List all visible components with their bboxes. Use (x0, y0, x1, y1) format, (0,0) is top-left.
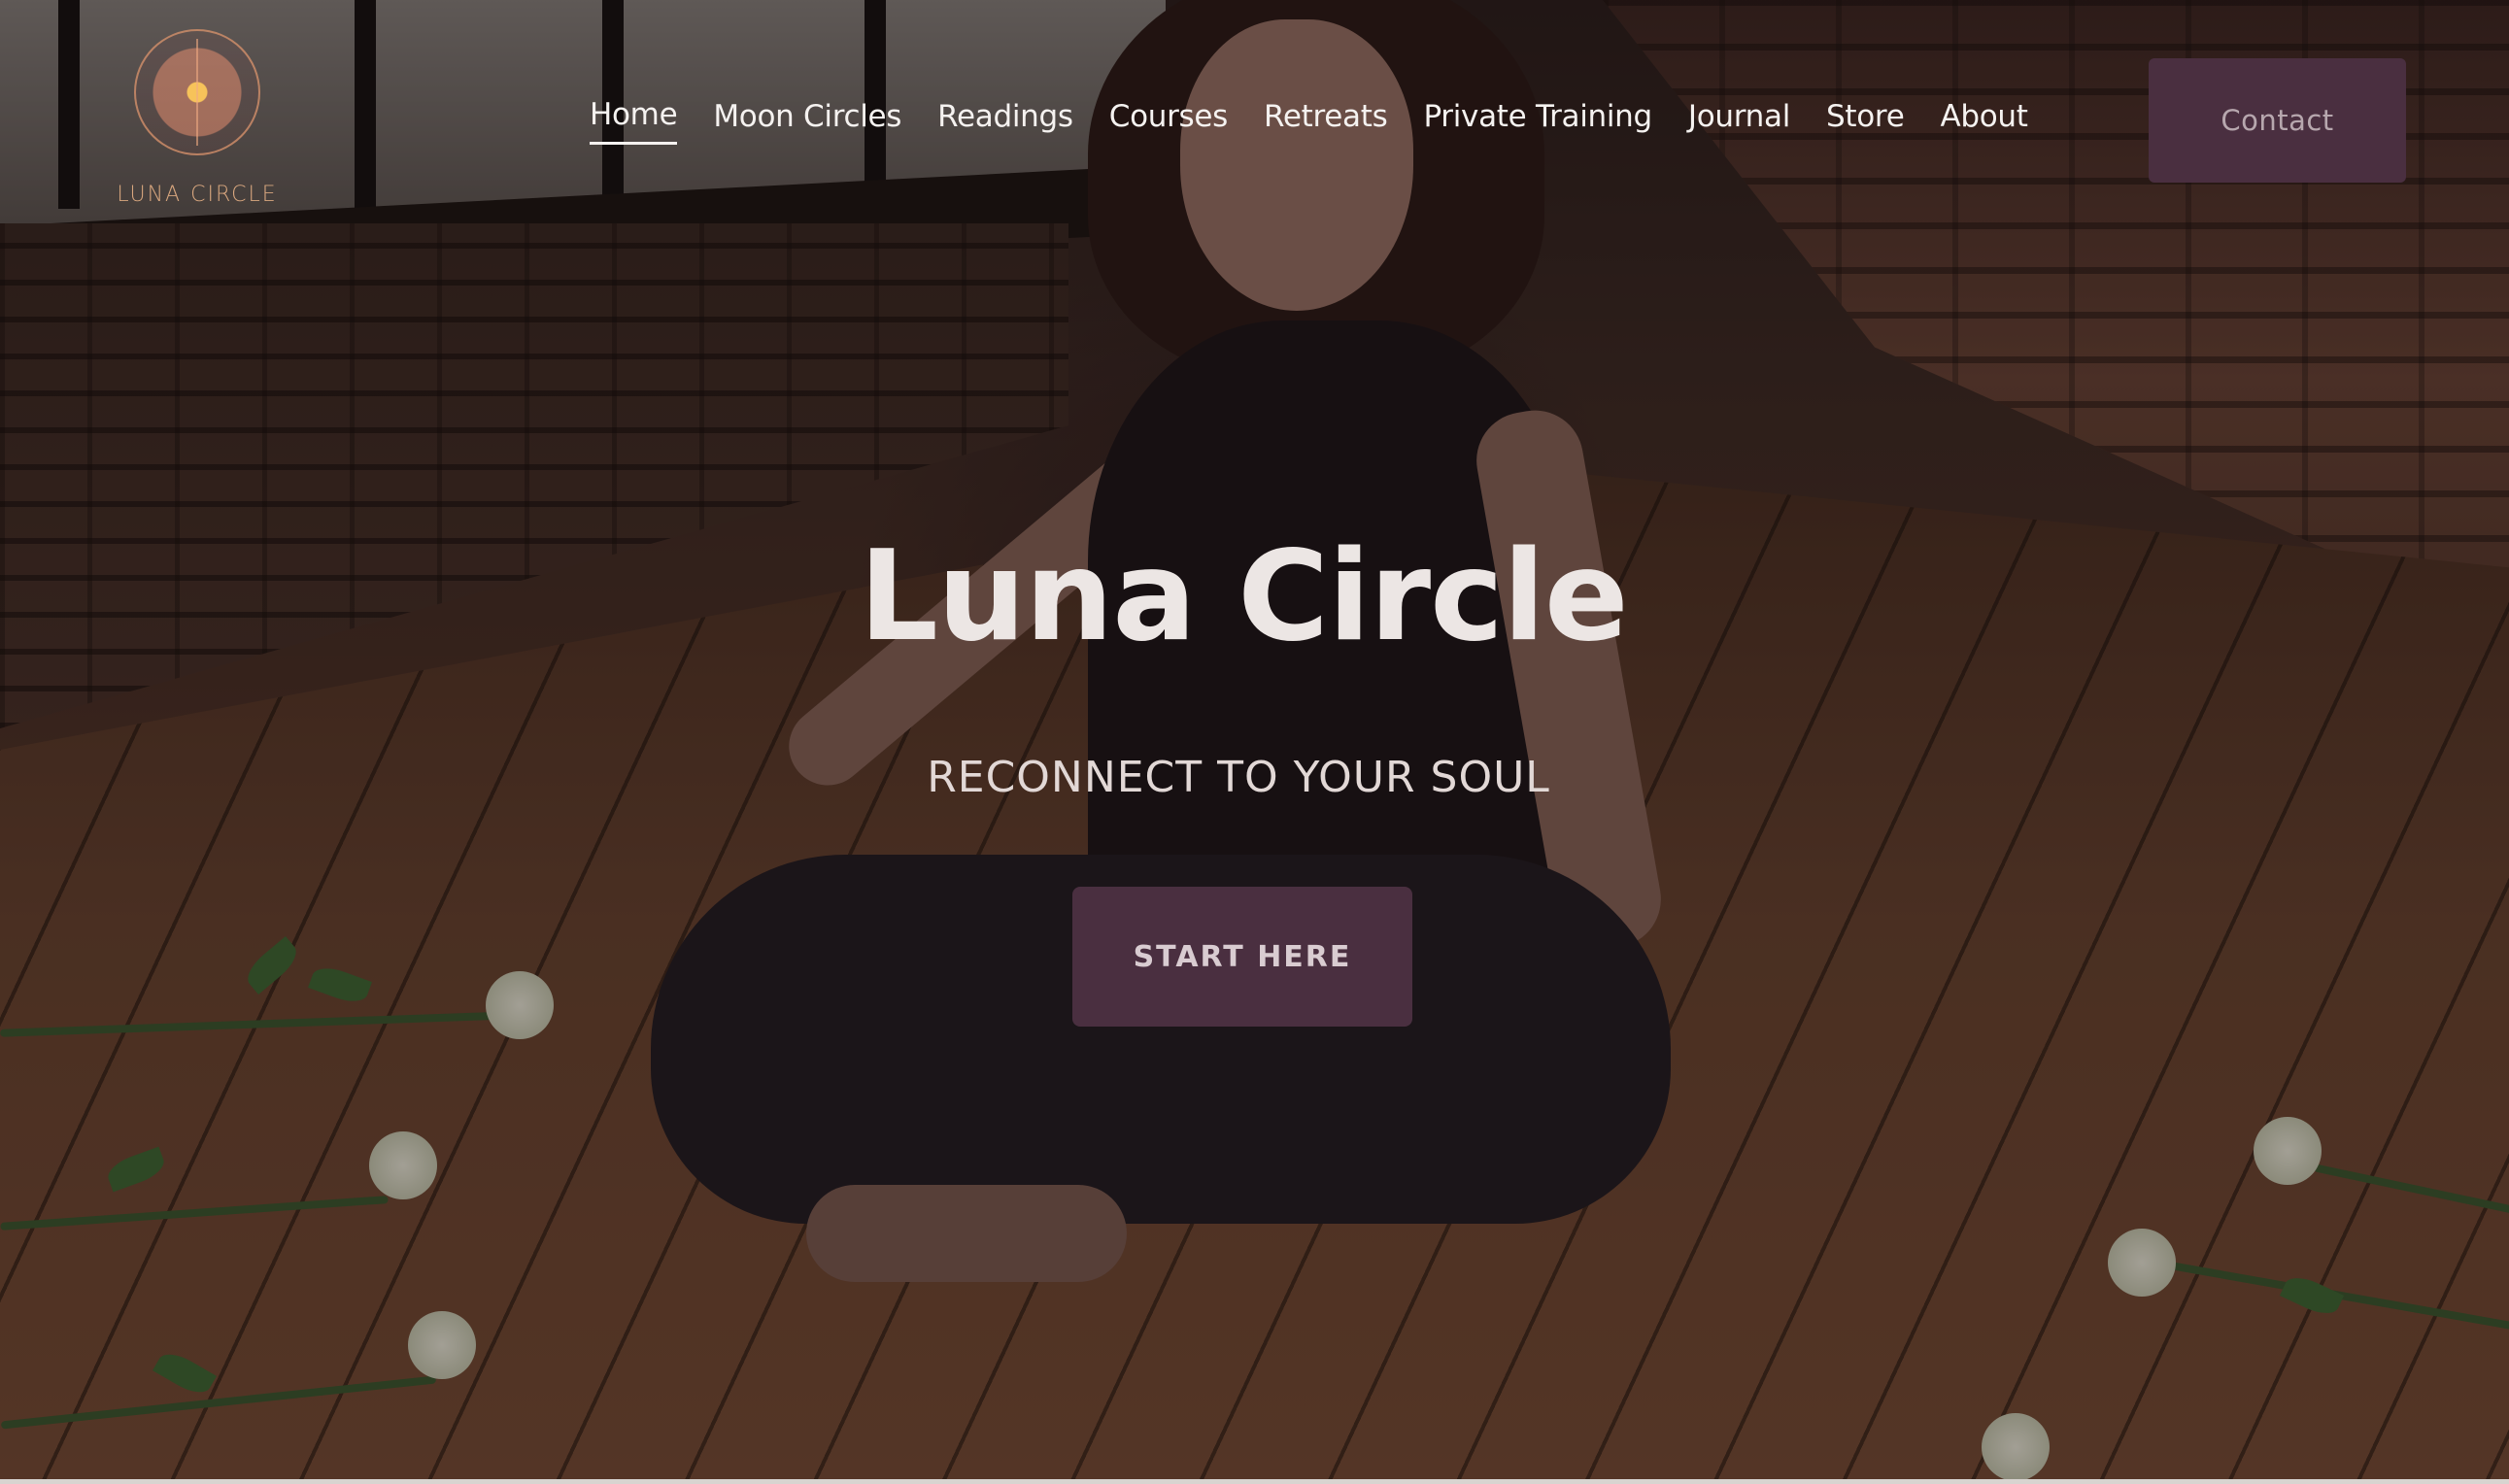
nav-item-store[interactable]: Store (1826, 99, 1905, 144)
start-here-button[interactable]: START HERE (1072, 887, 1412, 1027)
nav-item-moon-circles[interactable]: Moon Circles (713, 99, 901, 144)
nav-item-about[interactable]: About (1940, 99, 2027, 144)
nav-item-courses[interactable]: Courses (1109, 99, 1229, 144)
hero-subtitle: RECONNECT TO YOUR SOUL (927, 753, 1550, 802)
nav-item-retreats[interactable]: Retreats (1264, 99, 1388, 144)
nav-item-private-training[interactable]: Private Training (1423, 99, 1652, 144)
logo-wordmark: LUNA CIRCLE (117, 183, 278, 207)
nav-item-journal[interactable]: Journal (1688, 99, 1790, 144)
nav-item-readings[interactable]: Readings (937, 99, 1073, 144)
page-bottom-edge (0, 1479, 2509, 1484)
nav-item-home[interactable]: Home (590, 97, 678, 145)
site-logo[interactable]: LUNA CIRCLE (115, 29, 280, 214)
hero-dark-overlay (0, 0, 2509, 1479)
hero-title: Luna Circle (859, 524, 1628, 669)
hero-section: LUNA CIRCLE Home Moon Circles Readings C… (0, 0, 2509, 1479)
contact-button[interactable]: Contact (2149, 58, 2406, 183)
main-navigation: Home Moon Circles Readings Courses Retre… (590, 97, 2028, 145)
sun-moon-emblem-icon (134, 29, 260, 155)
